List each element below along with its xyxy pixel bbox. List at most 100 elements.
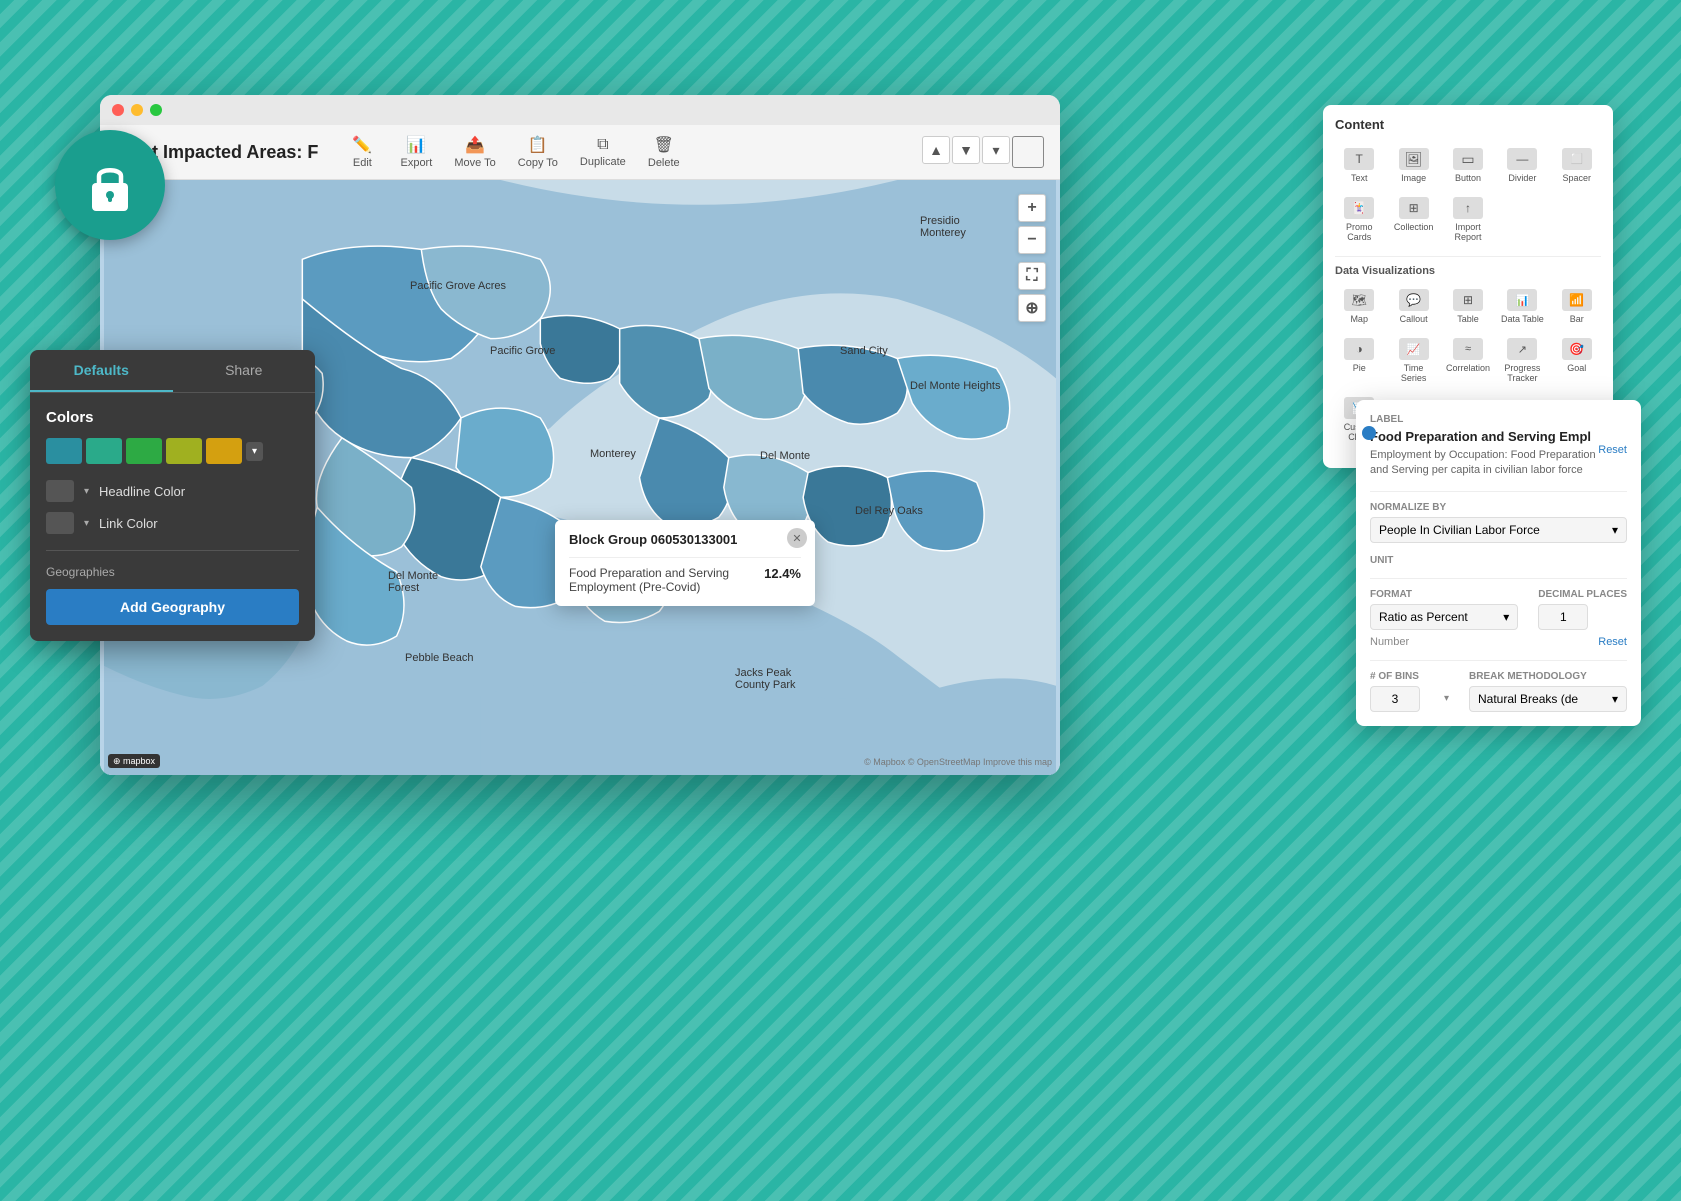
- more-options-button[interactable]: ▾: [982, 136, 1010, 164]
- delete-icon: 🗑: [654, 135, 674, 155]
- headline-color-label: Headline Color: [99, 484, 185, 499]
- viz-item-pie[interactable]: ◑ Pie: [1335, 334, 1383, 387]
- add-geography-button[interactable]: Add Geography: [46, 589, 299, 625]
- content-item-text[interactable]: T Text: [1335, 144, 1383, 187]
- map-controls: + − ⛶ ⊕: [1018, 194, 1046, 322]
- duplicate-button[interactable]: ⧉ Duplicate: [570, 132, 636, 172]
- swatch-1[interactable]: [46, 438, 82, 464]
- viz-item-callout[interactable]: 💬 Callout: [1389, 285, 1437, 328]
- viz-item-correlation[interactable]: ≈ Correlation: [1444, 334, 1492, 387]
- headline-color-row: ▾ Headline Color: [46, 480, 299, 502]
- popup-row-value: 12.4%: [764, 566, 801, 581]
- field-reset-button[interactable]: Reset: [1598, 444, 1627, 456]
- swatch-5[interactable]: [206, 438, 242, 464]
- defaults-panel: Defaults Share Colors ▾ ▾ Headline Color…: [30, 350, 315, 641]
- normalize-chevron-icon: ▾: [1612, 523, 1618, 537]
- toolbar: Most Impacted Areas: F ✏️ Edit 📊 Export …: [100, 125, 1060, 180]
- headline-dropdown-arrow[interactable]: ▾: [84, 486, 89, 497]
- table-icon: ⊞: [1453, 289, 1483, 311]
- bar-icon: 📶: [1562, 289, 1592, 311]
- format-select[interactable]: Ratio as Percent ▾: [1370, 604, 1518, 630]
- compass-button[interactable]: ⊕: [1018, 294, 1046, 322]
- promo-icon: 🃏: [1344, 197, 1374, 219]
- traffic-light-green[interactable]: [150, 104, 162, 116]
- unit-section: Unit: [1370, 555, 1627, 566]
- content-item-collection[interactable]: ⊞ Collection: [1389, 193, 1437, 246]
- viz-item-goal[interactable]: 🎯 Goal: [1553, 334, 1601, 387]
- break-select[interactable]: Natural Breaks (de ▾: [1469, 686, 1627, 712]
- headline-color-swatch[interactable]: [46, 480, 74, 502]
- traffic-light-yellow[interactable]: [131, 104, 143, 116]
- link-dropdown-arrow[interactable]: ▾: [84, 518, 89, 529]
- viz-item-data-table[interactable]: 📊 Data Table: [1498, 285, 1546, 328]
- move-to-button[interactable]: 📤 Move To: [444, 131, 505, 173]
- swatch-3[interactable]: [126, 438, 162, 464]
- share-tab[interactable]: Share: [173, 350, 316, 392]
- traffic-light-red[interactable]: [112, 104, 124, 116]
- correlation-icon: ≈: [1453, 338, 1483, 360]
- callout-icon: 💬: [1399, 289, 1429, 311]
- geo-title: Geographies: [46, 565, 299, 579]
- viz-item-bar[interactable]: 📶 Bar: [1553, 285, 1601, 328]
- link-color-swatch[interactable]: [46, 512, 74, 534]
- fullscreen-button[interactable]: ⛶: [1018, 262, 1046, 290]
- content-item-divider[interactable]: — Divider: [1498, 144, 1546, 187]
- nav-arrows: ▲ ▼ ▾: [922, 136, 1044, 168]
- frame-button[interactable]: [1012, 136, 1044, 168]
- number-reset-button[interactable]: Reset: [1598, 636, 1627, 648]
- color-palette-dropdown[interactable]: ▾: [246, 442, 263, 461]
- settings-divider-1: [1370, 491, 1627, 492]
- copy-to-button[interactable]: 📋 Copy To: [508, 131, 568, 173]
- image-icon: 🖼: [1399, 148, 1429, 170]
- viz-item-map[interactable]: 🗺 Map: [1335, 285, 1383, 328]
- zoom-in-button[interactable]: +: [1018, 194, 1046, 222]
- normalize-select[interactable]: People In Civilian Labor Force ▾: [1370, 517, 1627, 543]
- data-table-icon: 📊: [1507, 289, 1537, 311]
- viz-item-progress[interactable]: ↗ Progress Tracker: [1498, 334, 1546, 387]
- content-item-promo[interactable]: 🃏 Promo Cards: [1335, 193, 1383, 246]
- content-item-button[interactable]: ▭ Button: [1444, 144, 1492, 187]
- move-up-button[interactable]: ▲: [922, 136, 950, 164]
- swatch-4[interactable]: [166, 438, 202, 464]
- link-color-label: Link Color: [99, 516, 158, 531]
- bins-chevron-icon[interactable]: ▾: [1444, 693, 1449, 704]
- zoom-out-button[interactable]: −: [1018, 226, 1046, 254]
- map-popup: Block Group 060530133001 ✕ Food Preparat…: [555, 520, 815, 606]
- label-section: Label Food Preparation and Serving Empl …: [1370, 414, 1627, 479]
- field-description: Employment by Occupation: Food Preparati…: [1370, 448, 1598, 479]
- break-label: Break methodology: [1469, 671, 1627, 682]
- content-item-image[interactable]: 🖼 Image: [1389, 144, 1437, 187]
- lock-icon: [55, 130, 165, 240]
- number-row: Number Reset: [1370, 636, 1627, 648]
- move-down-button[interactable]: ▼: [952, 136, 980, 164]
- swatch-2[interactable]: [86, 438, 122, 464]
- mapbox-logo: ⊕ mapbox: [108, 756, 160, 767]
- data-viz-title: Data Visualizations: [1335, 265, 1601, 277]
- break-chevron-icon: ▾: [1612, 692, 1618, 706]
- duplicate-icon: ⧉: [597, 136, 608, 154]
- edit-icon: ✏️: [352, 135, 372, 155]
- progress-icon: ↗: [1507, 338, 1537, 360]
- delete-button[interactable]: 🗑 Delete: [638, 131, 690, 173]
- content-panel-title: Content: [1335, 117, 1601, 132]
- settings-indicator: [1362, 426, 1376, 440]
- viz-item-table[interactable]: ⊞ Table: [1444, 285, 1492, 328]
- viz-item-time-series[interactable]: 📈 Time Series: [1389, 334, 1437, 387]
- content-item-import[interactable]: ↑ Import Report: [1444, 193, 1492, 246]
- content-divider: [1335, 256, 1601, 257]
- format-label: Format: [1370, 589, 1518, 600]
- label-section-title: Label: [1370, 414, 1627, 425]
- settings-panel: Label Food Preparation and Serving Empl …: [1356, 400, 1641, 726]
- import-icon: ↑: [1453, 197, 1483, 219]
- defaults-tab[interactable]: Defaults: [30, 350, 173, 392]
- bins-value[interactable]: 3: [1370, 686, 1420, 712]
- bins-group: # of Bins 3 ▾: [1370, 671, 1449, 712]
- content-item-spacer[interactable]: ⬜ Spacer: [1553, 144, 1601, 187]
- text-icon: T: [1344, 148, 1374, 170]
- decimal-places-label: Decimal places: [1538, 589, 1627, 600]
- edit-button[interactable]: ✏️ Edit: [336, 131, 388, 173]
- decimal-places-input[interactable]: 1: [1538, 604, 1588, 630]
- button-icon: ▭: [1453, 148, 1483, 170]
- popup-close-button[interactable]: ✕: [787, 528, 807, 548]
- export-button[interactable]: 📊 Export: [390, 131, 442, 173]
